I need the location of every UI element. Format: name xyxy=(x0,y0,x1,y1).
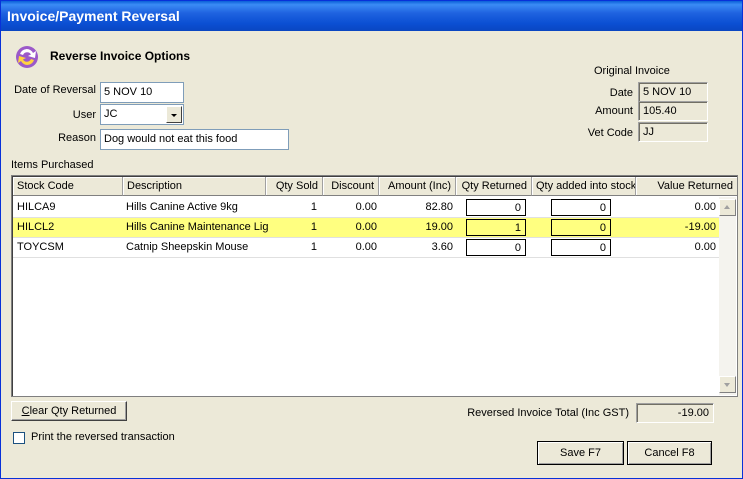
cell-discount: 0.00 xyxy=(355,221,377,233)
column-header-stock-code[interactable]: Stock Code xyxy=(13,177,123,196)
cell-qty-sold: 1 xyxy=(310,241,317,253)
qty-added-stock-input[interactable]: 0 xyxy=(551,239,611,256)
cell-amount: 82.80 xyxy=(425,201,453,213)
column-header-value-returned[interactable]: Value Returned xyxy=(636,177,737,196)
cell-stock-code: TOYCSM xyxy=(17,241,64,253)
user-select-value: JC xyxy=(104,108,118,120)
vertical-scrollbar[interactable] xyxy=(719,197,736,395)
qty-returned-input[interactable]: 0 xyxy=(466,199,526,216)
date-of-reversal-input[interactable]: 5 NOV 10 xyxy=(100,82,184,103)
reason-label: Reason xyxy=(58,132,96,144)
cell-value-returned: -19.00 xyxy=(684,221,716,233)
reversed-total-label: Reversed Invoice Total (Inc GST) xyxy=(467,407,629,419)
date-of-reversal-label: Date of Reversal xyxy=(14,84,96,96)
table-row-selected[interactable]: HILCL2 Hills Canine Maintenance Ligh 1 0… xyxy=(13,218,720,237)
column-header-discount[interactable]: Discount xyxy=(323,177,379,196)
cell-qty-sold: 1 xyxy=(310,201,317,213)
cancel-button-label: Cancel F8 xyxy=(644,447,695,459)
original-amount-label: Amount xyxy=(595,105,633,117)
cell-value-returned: 0.00 xyxy=(694,241,716,253)
save-button[interactable]: Save F7 xyxy=(537,441,624,465)
table-row[interactable]: TOYCSM Catnip Sheepskin Mouse 1 0.00 3.6… xyxy=(13,238,720,257)
column-header-qty-added-stock[interactable]: Qty added into stock xyxy=(532,177,636,196)
cell-description: Catnip Sheepskin Mouse xyxy=(126,241,249,253)
header-title: Reverse Invoice Options xyxy=(50,49,191,63)
scroll-up-arrow-icon[interactable] xyxy=(719,199,736,216)
user-label: User xyxy=(72,109,96,121)
vet-code-value: JJ xyxy=(638,122,708,142)
cell-stock-code: HILCA9 xyxy=(17,201,56,213)
column-header-amount[interactable]: Amount (Inc) xyxy=(379,177,456,196)
qty-added-stock-input[interactable]: 0 xyxy=(551,199,611,216)
qty-returned-input[interactable]: 1 xyxy=(466,219,526,236)
reason-input[interactable]: Dog would not eat this food xyxy=(100,129,289,150)
cell-discount: 0.00 xyxy=(355,241,377,253)
refresh-icon xyxy=(12,44,42,70)
scroll-down-arrow-icon[interactable] xyxy=(719,376,736,393)
chevron-down-icon[interactable] xyxy=(166,106,182,123)
clear-qty-returned-label: Clear Qty Returned xyxy=(21,405,117,417)
cell-stock-code: HILCL2 xyxy=(17,221,55,233)
save-button-label: Save F7 xyxy=(560,447,601,459)
row-divider xyxy=(13,257,720,258)
original-date-label: Date xyxy=(609,87,633,99)
cell-description: Hills Canine Maintenance Ligh xyxy=(126,221,268,233)
cell-value-returned: 0.00 xyxy=(694,201,716,213)
original-invoice-heading: Original Invoice xyxy=(594,65,670,77)
vet-code-label: Vet Code xyxy=(587,127,633,139)
cell-qty-sold: 1 xyxy=(310,221,317,233)
print-reversed-label: Print the reversed transaction xyxy=(31,431,175,443)
qty-returned-input[interactable]: 0 xyxy=(466,239,526,256)
reversed-total-value: -19.00 xyxy=(636,403,714,423)
invoice-reversal-window: Invoice/Payment Reversal Reverse Invoice… xyxy=(0,0,743,479)
original-date-value: 5 NOV 10 xyxy=(638,82,708,102)
print-reversed-checkbox[interactable] xyxy=(13,432,25,444)
qty-added-stock-input[interactable]: 0 xyxy=(551,219,611,236)
table-row[interactable]: HILCA9 Hills Canine Active 9kg 1 0.00 82… xyxy=(13,198,720,217)
items-purchased-label: Items Purchased xyxy=(11,159,94,171)
cell-description: Hills Canine Active 9kg xyxy=(126,201,238,213)
column-header-description[interactable]: Description xyxy=(123,177,266,196)
cell-amount: 3.60 xyxy=(431,241,453,253)
clear-qty-returned-button[interactable]: Clear Qty Returned xyxy=(11,401,127,421)
column-header-qty-returned[interactable]: Qty Returned xyxy=(456,177,532,196)
cancel-button[interactable]: Cancel F8 xyxy=(627,441,712,465)
cell-amount: 19.00 xyxy=(425,221,453,233)
items-grid: Stock Code Description Qty Sold Discount… xyxy=(11,175,738,397)
original-amount-value: 105.40 xyxy=(638,101,708,121)
column-header-qty-sold[interactable]: Qty Sold xyxy=(266,177,323,196)
window-title: Invoice/Payment Reversal xyxy=(1,1,742,31)
cell-discount: 0.00 xyxy=(355,201,377,213)
